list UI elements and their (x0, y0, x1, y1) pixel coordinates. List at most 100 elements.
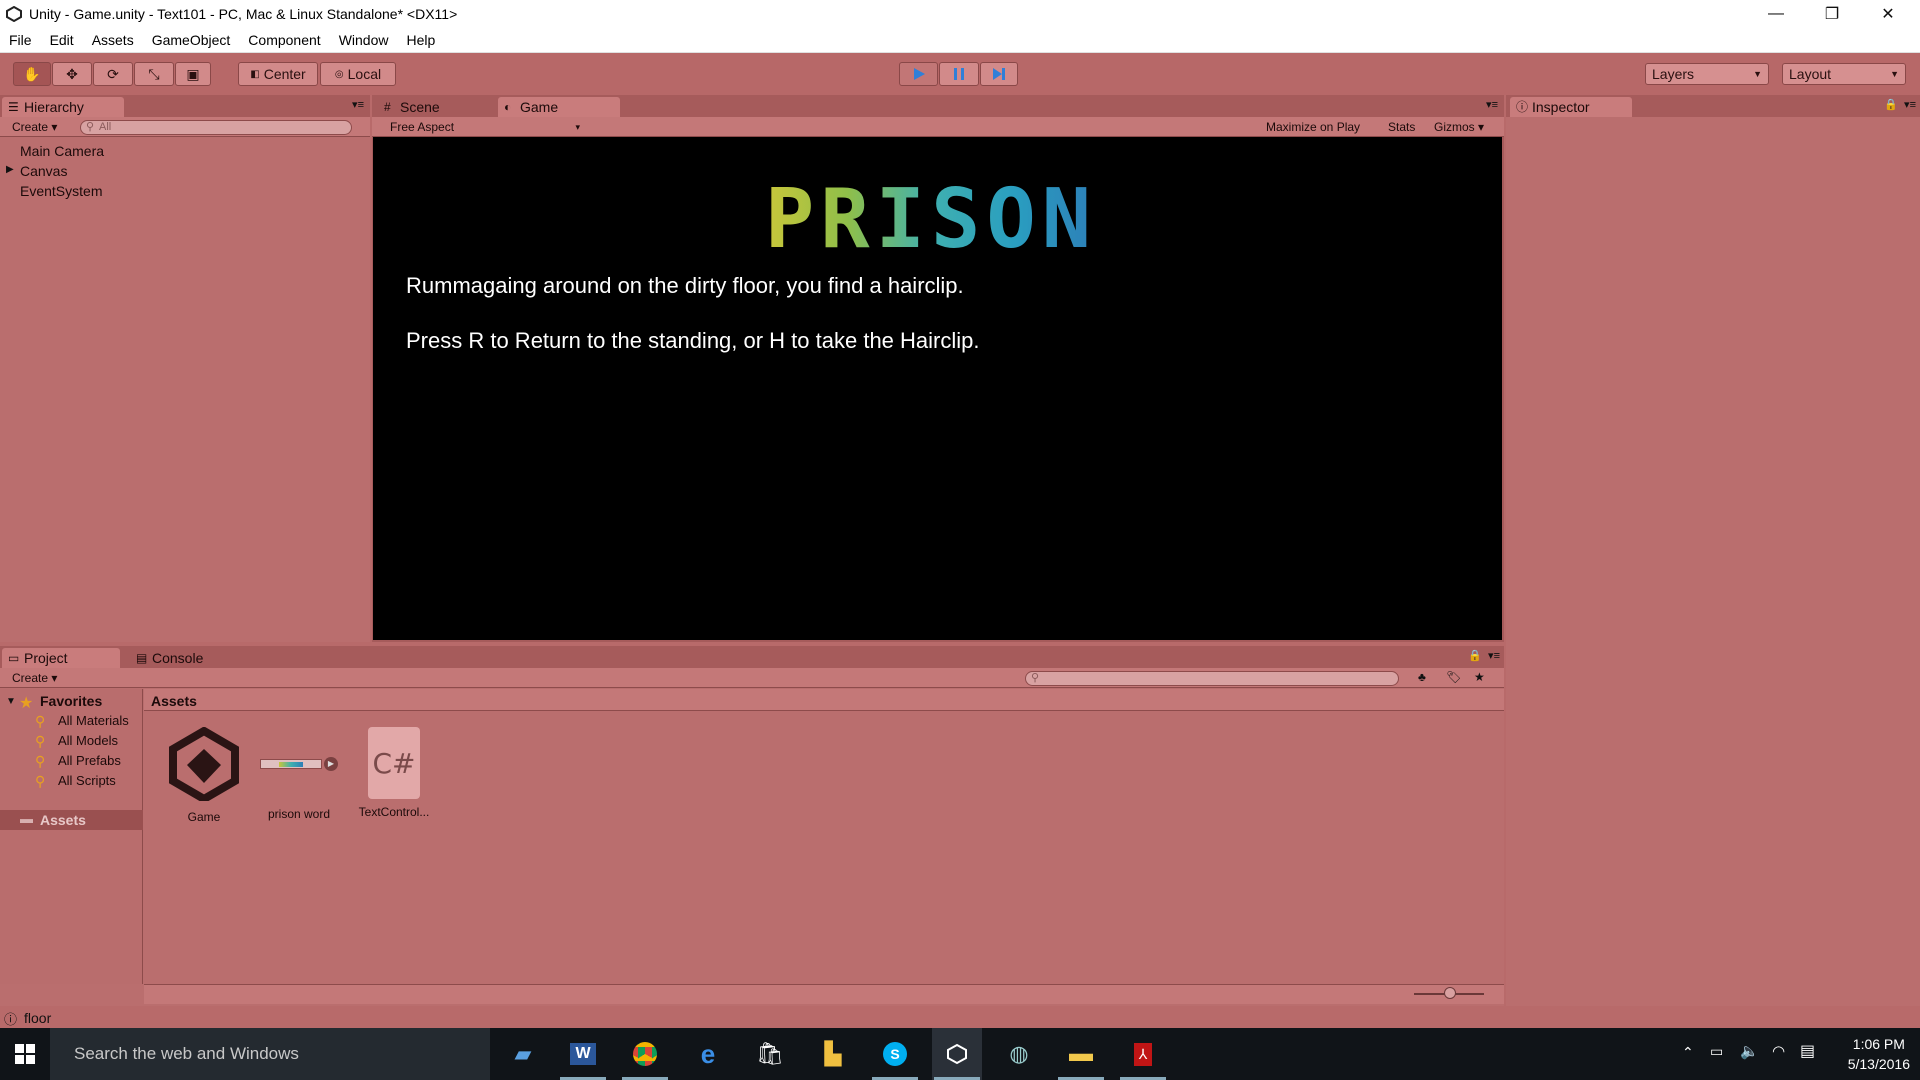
layout-dropdown[interactable]: Layout ▼ (1782, 63, 1906, 85)
play-button[interactable] (899, 62, 938, 86)
taskbar-app-store[interactable]: 🛍 (745, 1028, 795, 1080)
story-text: Rummagaing around on the dirty floor, yo… (406, 273, 964, 298)
pivot-local-button[interactable]: ◎ Local (320, 62, 396, 86)
menu-window[interactable]: Window (330, 32, 398, 48)
taskbar-app-browser[interactable]: ◍ (994, 1028, 1044, 1080)
pivot-local-label: Local (347, 66, 382, 82)
inspector-tab-label: Inspector (1532, 99, 1590, 115)
pause-icon (954, 68, 964, 80)
taskbar-clock[interactable]: 1:06 PM 5/13/2016 (1848, 1034, 1910, 1074)
wifi-icon[interactable]: ◠ (1772, 1042, 1785, 1060)
taskbar-app-files[interactable]: ▙ (808, 1028, 858, 1080)
rotate-tool-button[interactable]: ⟳ (93, 62, 133, 86)
hierarchy-create-button[interactable]: Create ▾ (6, 119, 63, 135)
layers-dropdown[interactable]: Layers ▼ (1645, 63, 1769, 85)
menu-gameobject[interactable]: GameObject (143, 32, 240, 48)
asset-item-prison-word[interactable]: ▶ prison word (254, 727, 344, 821)
menu-assets[interactable]: Assets (83, 32, 143, 48)
ssh-client-icon: ▰ (514, 1041, 532, 1066)
expand-arrow-icon[interactable]: ▼ (6, 696, 16, 707)
battery-icon[interactable]: ▭ (1710, 1043, 1723, 1060)
maximize-on-play-toggle[interactable]: Maximize on Play (1260, 119, 1366, 135)
search-icon: ⚲ (86, 121, 95, 133)
panel-menu-icon[interactable]: ▾≡ (1904, 98, 1916, 111)
scale-tool-button[interactable]: ⤡ (134, 62, 174, 86)
tab-scene[interactable]: # Scene (378, 97, 488, 117)
project-search-input[interactable]: ⚲ (1025, 671, 1399, 686)
tab-game[interactable]: ◐ Game (498, 97, 620, 117)
icon-size-slider-thumb[interactable] (1444, 987, 1456, 999)
hierarchy-item-main-camera[interactable]: Main Camera (20, 143, 104, 159)
asset-item-game[interactable]: Game (159, 726, 249, 824)
menu-edit[interactable]: Edit (41, 32, 83, 48)
play-icon (913, 68, 925, 80)
assets-folder-label: Assets (40, 812, 86, 828)
csharp-script-icon: C# (368, 727, 420, 799)
asset-item-textcontroller[interactable]: C# TextControl... (349, 727, 439, 819)
restore-button[interactable]: ❐ (1804, 0, 1860, 28)
gizmos-toggle[interactable]: Gizmos ▾ (1428, 119, 1490, 135)
filter-by-label-icon[interactable]: 🏷 (1446, 670, 1461, 684)
aspect-dropdown[interactable]: Free Aspect ▾ (384, 119, 584, 135)
volume-icon[interactable]: 🔈 (1740, 1042, 1759, 1060)
close-button[interactable]: ✕ (1860, 0, 1916, 28)
assets-breadcrumb-bar (144, 689, 1504, 711)
filter-by-type-icon[interactable]: ♣ (1418, 670, 1426, 684)
favorite-all-scripts[interactable]: All Scripts (58, 773, 116, 788)
project-create-button[interactable]: Create ▾ (6, 670, 63, 686)
tab-project[interactable]: ▭ Project (2, 648, 120, 668)
tray-chevron-icon[interactable]: ⌃ (1682, 1044, 1694, 1061)
menu-file[interactable]: File (0, 32, 41, 48)
panel-menu-icon[interactable]: ▾≡ (352, 98, 364, 111)
taskbar-app-edge[interactable]: e (683, 1028, 733, 1080)
expand-arrow-icon[interactable]: ▶ (6, 164, 14, 175)
favorites-label[interactable]: Favorites (40, 693, 102, 709)
stats-toggle[interactable]: Stats (1382, 119, 1421, 135)
action-center-icon[interactable]: ▤ (1800, 1041, 1815, 1061)
assets-breadcrumb[interactable]: Assets (151, 693, 197, 709)
taskbar-app-unity[interactable] (932, 1028, 982, 1080)
taskbar-app-word[interactable]: W (558, 1028, 608, 1080)
info-icon: ⓘ (4, 1012, 18, 1027)
favorite-all-prefabs[interactable]: All Prefabs (58, 753, 121, 768)
lock-icon[interactable]: 🔒 (1468, 649, 1482, 662)
info-icon: ⓘ (1516, 100, 1529, 114)
taskbar-app-ssh[interactable]: ▰ (498, 1028, 548, 1080)
rect-tool-button[interactable]: ▣ (175, 62, 211, 86)
status-message[interactable]: floor (24, 1010, 51, 1026)
tab-inspector[interactable]: ⓘ Inspector (1510, 97, 1632, 117)
pause-button[interactable] (939, 62, 979, 86)
step-button[interactable] (980, 62, 1018, 86)
favorite-star-icon[interactable]: ★ (1474, 670, 1485, 684)
panel-menu-icon[interactable]: ▾≡ (1488, 649, 1500, 662)
menu-component[interactable]: Component (239, 32, 329, 48)
tab-hierarchy[interactable]: ☰ Hierarchy (2, 97, 124, 117)
unity-scene-icon (169, 726, 239, 804)
taskbar-app-skype[interactable]: S (870, 1028, 920, 1080)
minimize-button[interactable]: — (1748, 0, 1804, 28)
panel-menu-icon[interactable]: ▾≡ (1486, 98, 1498, 111)
pivot-center-button[interactable]: ◧ Center (238, 62, 318, 86)
hierarchy-search-input[interactable]: ⚲ All (80, 120, 352, 135)
move-tool-button[interactable]: ✥ (52, 62, 92, 86)
taskbar-app-chrome[interactable] (620, 1028, 670, 1080)
chrome-icon (633, 1042, 657, 1066)
taskbar-app-explorer[interactable]: ▬ (1056, 1028, 1106, 1080)
hierarchy-item-canvas[interactable]: Canvas (20, 163, 67, 179)
start-button[interactable] (0, 1028, 50, 1080)
favorite-all-models[interactable]: All Models (58, 733, 118, 748)
window-title: Unity - Game.unity - Text101 - PC, Mac &… (29, 6, 458, 22)
file-manager-icon: ▙ (824, 1041, 842, 1066)
project-tab-label: Project (24, 650, 68, 666)
favorite-all-materials[interactable]: All Materials (58, 713, 129, 728)
pdf-icon: ⅄ (1133, 1042, 1153, 1066)
tab-console[interactable]: ▤ Console (130, 648, 240, 668)
star-icon: ★ (19, 695, 34, 712)
lock-icon[interactable]: 🔒 (1884, 98, 1898, 111)
hand-tool-button[interactable]: ✋ (13, 62, 51, 86)
taskbar-search-input[interactable]: Search the web and Windows (50, 1028, 490, 1080)
menu-help[interactable]: Help (397, 32, 444, 48)
hierarchy-item-eventsystem[interactable]: EventSystem (20, 183, 102, 199)
taskbar-app-acrobat[interactable]: ⅄ (1118, 1028, 1168, 1080)
console-icon: ▤ (136, 651, 148, 665)
